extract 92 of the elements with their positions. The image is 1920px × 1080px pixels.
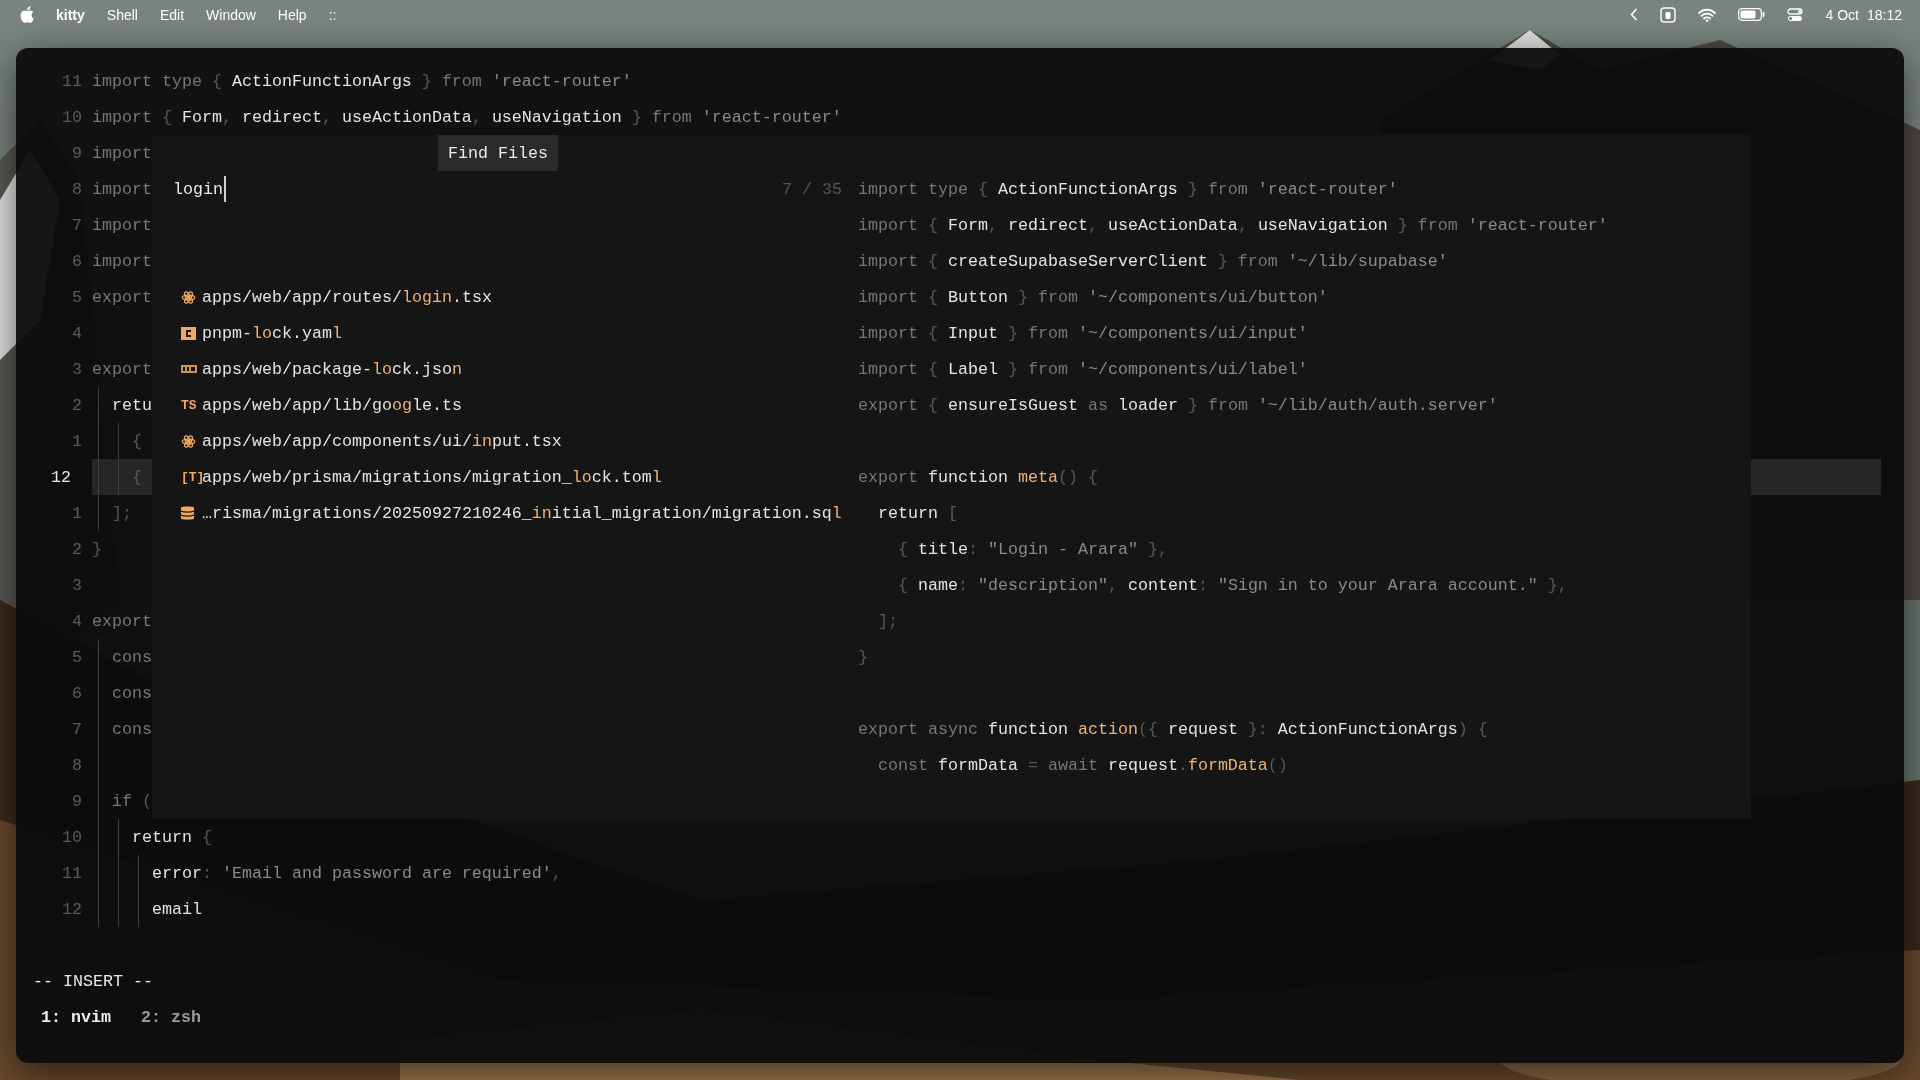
terminal-tab[interactable]: 2: zsh (140, 1007, 201, 1027)
picker-title: Find Files (438, 135, 558, 171)
line-number: 9 (71, 143, 83, 163)
code-line: export (92, 358, 152, 381)
atom-icon (181, 289, 196, 305)
preview-line: import { Button } from '~/components/ui/button' (858, 286, 1328, 309)
code-line: export (92, 610, 152, 633)
app-menu[interactable]: kitty (56, 6, 85, 23)
search-field[interactable]: login (173, 171, 782, 207)
preview-line: } (858, 646, 868, 669)
preview-line: export { ensureIsGuest as loader } from '~/lib/auth/auth.server' (858, 394, 1498, 417)
battery-icon[interactable] (1738, 8, 1766, 21)
preview-line: export async function action({ request }: ActionFunctionArgs) { (858, 718, 1488, 741)
file-icon (181, 365, 197, 373)
database-icon (181, 505, 194, 521)
line-number: 10 (61, 827, 83, 847)
preview-line: import { Form, redirect, useActionData, useNavigation } from 'react-router' (858, 214, 1608, 237)
code-line: import (92, 178, 152, 201)
preview-line: import { Input } from '~/components/ui/input' (858, 322, 1308, 345)
line-number: 3 (71, 359, 83, 379)
line-number: 12 (50, 467, 72, 487)
line-number: 11 (61, 71, 83, 91)
code-line: if ( (92, 783, 152, 819)
code-line: cons (92, 675, 152, 711)
preview-line: return [ (877, 502, 958, 525)
line-number: 9 (71, 791, 83, 811)
preview-line: const formData = await request.formData() (877, 754, 1288, 777)
menu-item[interactable]: :: (328, 6, 337, 23)
preview-line: export function meta() { (858, 466, 1098, 489)
preview-line: { name: "description", content: "Sign in to your Arara account." }, (896, 574, 1568, 597)
result-item[interactable]: apps/web/app/components/ui/input.tsx (152, 423, 844, 459)
menubar-date[interactable]: 4 Oct (1825, 6, 1859, 23)
code-line: { (92, 423, 142, 459)
code-line: import (92, 142, 152, 165)
preview-line: import type { ActionFunctionArgs } from 'react-router' (858, 178, 1398, 201)
terminal-tab[interactable]: 1: nvim (41, 1007, 111, 1027)
menu-item[interactable]: Edit (159, 6, 185, 23)
line-number: 4 (71, 611, 83, 631)
line-number: 2 (71, 395, 83, 415)
preview-line: import { Label } from '~/components/ui/label' (858, 358, 1308, 381)
menu-item[interactable]: Shell (106, 6, 138, 23)
code-line: { (92, 459, 142, 495)
line-number: 3 (71, 575, 83, 595)
line-number: 6 (71, 251, 83, 271)
result-item[interactable]: …risma/migrations/20250927210246_initial_migration/migration.sql (152, 495, 844, 531)
line-number: 1 (71, 431, 83, 451)
file-type-icon: TS (181, 397, 197, 413)
chevron-left-icon[interactable] (1630, 8, 1639, 21)
result-item[interactable]: apps/web/package-lock.json (152, 351, 844, 387)
preview-line: ]; (877, 610, 898, 633)
line-number: 5 (71, 287, 83, 307)
code-line: error: 'Email and password are required', (92, 855, 562, 891)
line-number: 10 (61, 107, 83, 127)
line-number: 7 (71, 215, 83, 235)
line-number: 1 (71, 503, 83, 523)
result-item[interactable]: [T]apps/web/prisma/migrations/migration_lock.toml (152, 459, 844, 495)
result-item[interactable]: apps/web/app/routes/login.tsx (152, 279, 844, 315)
line-number: 4 (71, 323, 83, 343)
line-number: 12 (61, 899, 83, 919)
code-line: import type { ActionFunctionArgs } from 'react-router' (92, 70, 632, 93)
atom-icon (181, 433, 196, 449)
preview-line: { title: "Login - Arara" }, (896, 538, 1168, 561)
window-icon[interactable] (1660, 6, 1677, 23)
result-count: 7 / 35 (782, 179, 843, 199)
menu-item[interactable]: Help (277, 6, 307, 23)
line-number: 5 (71, 647, 83, 667)
line-number: 6 (71, 683, 83, 703)
code-line: cons (92, 711, 152, 747)
line-number: 2 (71, 539, 83, 559)
preview-line: import { createSupabaseServerClient } from '~/lib/supabase' (858, 250, 1448, 273)
result-item[interactable]: TS apps/web/app/lib/google.ts (152, 387, 844, 423)
line-number: 8 (71, 755, 83, 775)
code-line: import (92, 250, 152, 273)
line-number: 11 (61, 863, 83, 883)
code-line: import { Form, redirect, useActionData, useNavigation } from 'react-router' (92, 106, 842, 129)
apple-logo-icon[interactable] (20, 6, 34, 23)
code-line: email (92, 891, 202, 927)
menubar-time[interactable]: 18:12 (1866, 6, 1902, 23)
mode-indicator: -- INSERT -- (32, 970, 154, 993)
line-number: 8 (71, 179, 83, 199)
code-line: return { (92, 819, 212, 855)
result-item[interactable]: pnpm-lock.yaml (152, 315, 844, 351)
code-line: export (92, 286, 152, 309)
control-center-icon[interactable] (1787, 7, 1804, 22)
file-icon (181, 325, 196, 341)
wifi-icon[interactable] (1698, 7, 1717, 22)
code-line: cons (92, 639, 152, 675)
line-number: 7 (71, 719, 83, 739)
code-line: import (92, 214, 152, 237)
code-line: retu (92, 387, 152, 423)
code-line: } (92, 538, 102, 561)
menu-item[interactable]: Window (206, 6, 256, 23)
